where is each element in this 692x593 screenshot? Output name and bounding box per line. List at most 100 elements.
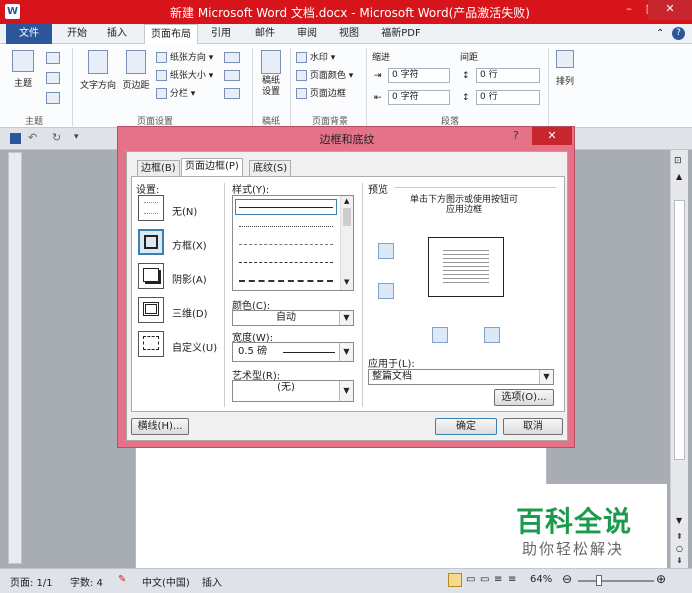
tab-shading[interactable]: 底纹(S)	[249, 160, 292, 176]
word-app-icon[interactable]: W	[5, 4, 20, 19]
tab-borders[interactable]: 边框(B)	[137, 160, 180, 176]
setting-none-icon[interactable]	[138, 195, 164, 221]
style-dotted-line[interactable]	[239, 226, 333, 227]
manuscript-settings-button[interactable]: 稿纸 设置	[258, 50, 284, 98]
dialog-close-button[interactable]: ✕	[532, 127, 572, 145]
breaks-icon[interactable]	[224, 52, 240, 63]
theme-button[interactable]: 主题	[12, 50, 34, 89]
horizontal-line-button[interactable]: 横线(H)...	[131, 418, 189, 435]
full-screen-reading-icon[interactable]: ▭	[466, 574, 475, 585]
style-scrollbar[interactable]: ▲ ▼	[340, 196, 353, 290]
bottom-border-button[interactable]	[378, 283, 394, 299]
zoom-out-icon[interactable]: ⊖	[562, 572, 572, 586]
setting-3d-label[interactable]: 三维(D)	[172, 305, 208, 320]
prev-page-icon[interactable]: ⇞	[676, 532, 683, 541]
tab-file[interactable]: 文件	[6, 24, 52, 44]
left-border-button[interactable]	[432, 327, 448, 343]
columns-button[interactable]: 分栏 ▾	[156, 86, 195, 99]
proofing-icon[interactable]: ✎	[118, 574, 126, 585]
style-listbox[interactable]: ▲ ▼	[232, 195, 354, 291]
browse-object-icon[interactable]: ○	[676, 544, 683, 553]
tab-page-layout[interactable]: 页面布局	[144, 24, 198, 44]
setting-custom-label[interactable]: 自定义(U)	[172, 339, 217, 354]
tab-fuxin-pdf[interactable]: 福新PDF	[374, 24, 428, 44]
style-fine-dash-line[interactable]	[239, 244, 333, 245]
customize-toolbar-icon[interactable]: ▾	[74, 132, 79, 142]
redo-icon[interactable]: ↻	[52, 131, 61, 144]
tab-insert[interactable]: 插入	[100, 24, 134, 44]
tab-page-border[interactable]: 页面边框(P)	[181, 158, 243, 177]
zoom-slider-handle[interactable]	[596, 575, 602, 586]
setting-shadow-label[interactable]: 阴影(A)	[172, 271, 207, 286]
draft-icon[interactable]: ≡	[508, 574, 516, 585]
ruler-toggle-icon[interactable]: ⊡	[674, 156, 682, 166]
chevron-down-icon[interactable]: ▼	[339, 311, 353, 325]
style-scroll-down-icon[interactable]: ▼	[344, 278, 349, 286]
minimize-button[interactable]: –	[618, 0, 640, 20]
setting-3d-icon[interactable]	[138, 297, 164, 323]
scroll-thumb[interactable]	[674, 200, 685, 460]
close-window-button[interactable]: ✕	[648, 0, 692, 20]
apply-to-dropdown[interactable]: 整篇文档 ▼	[368, 369, 554, 385]
options-button[interactable]: 选项(O)...	[494, 389, 554, 406]
tab-view[interactable]: 视图	[332, 24, 366, 44]
next-page-icon[interactable]: ⇟	[676, 556, 683, 565]
space-after-input[interactable]: 0 行	[476, 90, 540, 105]
scroll-up-icon[interactable]: ▲	[676, 172, 682, 181]
indent-left-input[interactable]: 0 字符	[388, 68, 450, 83]
tab-references[interactable]: 引用	[204, 24, 238, 44]
top-border-button[interactable]	[378, 243, 394, 259]
space-before-input[interactable]: 0 行	[476, 68, 540, 83]
tab-mailings[interactable]: 邮件	[248, 24, 282, 44]
ribbon-collapse-icon[interactable]: ⌃	[656, 28, 664, 39]
save-icon[interactable]	[10, 133, 21, 144]
status-words[interactable]: 字数: 4	[70, 574, 103, 589]
scroll-down-icon[interactable]: ▼	[676, 516, 682, 525]
line-numbers-icon[interactable]	[224, 70, 240, 81]
theme-fonts-icon[interactable]	[46, 72, 60, 84]
margins-button[interactable]: 页边距	[120, 50, 152, 91]
art-dropdown[interactable]: (无) ▼	[232, 380, 354, 402]
theme-effects-icon[interactable]	[46, 92, 60, 104]
hyphenation-icon[interactable]	[224, 88, 240, 99]
zoom-level[interactable]: 64%	[530, 574, 552, 585]
page-color-button[interactable]: 页面颜色 ▾	[296, 68, 353, 81]
setting-box-icon[interactable]	[138, 229, 164, 255]
page-borders-button[interactable]: 页面边框	[296, 86, 346, 99]
setting-box-label[interactable]: 方框(X)	[172, 237, 207, 252]
tab-review[interactable]: 审阅	[290, 24, 324, 44]
setting-none-label[interactable]: 无(N)	[172, 203, 197, 218]
orientation-button[interactable]: 纸张方向 ▾	[156, 50, 213, 63]
style-solid-line[interactable]	[239, 207, 333, 208]
watermark-button[interactable]: 水印 ▾	[296, 50, 335, 63]
style-scroll-up-icon[interactable]: ▲	[344, 197, 349, 205]
chevron-down-icon[interactable]: ▼	[539, 370, 553, 384]
color-dropdown[interactable]: 自动 ▼	[232, 310, 354, 326]
outline-icon[interactable]: ≡	[494, 574, 502, 585]
tab-home[interactable]: 开始	[60, 24, 94, 44]
ok-button[interactable]: 确定	[435, 418, 497, 435]
preview-page[interactable]	[428, 237, 504, 297]
setting-custom-icon[interactable]	[138, 331, 164, 357]
text-direction-button[interactable]: 文字方向	[78, 50, 118, 91]
size-button[interactable]: 纸张大小 ▾	[156, 68, 213, 81]
help-icon[interactable]: ?	[672, 27, 685, 40]
width-dropdown[interactable]: 0.5 磅 ▼	[232, 342, 354, 362]
arrange-button[interactable]: 排列	[554, 50, 576, 87]
cancel-button[interactable]: 取消	[503, 418, 563, 435]
vertical-scrollbar[interactable]: ⊡ ▲ ▼ ⇞ ○ ⇟	[670, 150, 688, 568]
right-border-button[interactable]	[484, 327, 500, 343]
zoom-in-icon[interactable]: ⊕	[656, 572, 666, 586]
setting-shadow-icon[interactable]	[138, 263, 164, 289]
style-dash-line[interactable]	[239, 262, 333, 263]
print-layout-icon[interactable]	[448, 573, 462, 587]
style-scroll-thumb[interactable]	[343, 208, 351, 226]
status-language[interactable]: 中文(中国)	[142, 574, 190, 589]
web-layout-icon[interactable]: ▭	[480, 574, 489, 585]
zoom-slider[interactable]	[578, 580, 654, 582]
dialog-help-button[interactable]: ?	[513, 129, 519, 142]
theme-colors-icon[interactable]	[46, 52, 60, 64]
style-dash-dot-line[interactable]	[239, 280, 333, 282]
chevron-down-icon[interactable]: ▼	[339, 343, 353, 361]
chevron-down-icon[interactable]: ▼	[339, 381, 353, 401]
